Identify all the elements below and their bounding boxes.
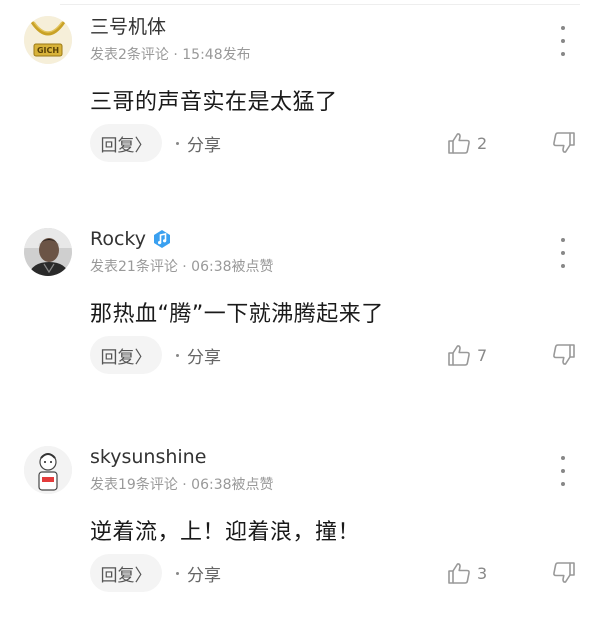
svg-text:GICH: GICH [37, 46, 59, 55]
avatar[interactable]: GICH [24, 16, 72, 64]
comment-item: GICH 三号机体 发表2条评论 · 15:48发布 三哥的声音实在是太猛了 回… [0, 0, 600, 200]
username[interactable]: 三号机体 [90, 14, 166, 40]
dislike-button[interactable] [552, 558, 576, 588]
share-button[interactable]: 分享 [176, 336, 221, 374]
dislike-button[interactable] [552, 128, 576, 158]
like-button[interactable]: 2 [447, 128, 487, 158]
username[interactable]: skysunshine [90, 444, 206, 470]
share-label: 分享 [187, 565, 221, 586]
username-row: Rocky [90, 226, 172, 252]
avatar[interactable] [24, 228, 72, 276]
like-button[interactable]: 3 [447, 558, 487, 588]
username-row: 三号机体 [90, 14, 166, 40]
share-button[interactable]: 分享 [176, 124, 221, 162]
share-label: 分享 [187, 347, 221, 368]
username[interactable]: Rocky [90, 226, 146, 252]
separator-dot [176, 353, 179, 357]
gold-chain-avatar-icon: GICH [24, 16, 72, 64]
cartoon-figure-avatar-icon [24, 446, 72, 494]
music-vip-badge-icon [154, 230, 170, 248]
comment-item: Rocky 发表21条评论 · 06:38被点赞 那热血“腾”一下就沸腾起来了 … [0, 212, 600, 412]
comment-meta: 发表19条评论 · 06:38被点赞 [90, 477, 274, 493]
like-count: 2 [477, 133, 488, 153]
separator-dot [176, 141, 179, 145]
comment-text: 那热血“腾”一下就沸腾起来了 [90, 302, 384, 327]
comment-meta: 发表2条评论 · 15:48发布 [90, 47, 251, 63]
more-options-icon[interactable] [553, 26, 573, 56]
thumbs-up-icon [448, 345, 470, 366]
more-options-icon[interactable] [553, 238, 573, 268]
dislike-button[interactable] [552, 340, 576, 370]
person-photo-avatar-icon [24, 228, 72, 276]
like-count: 7 [477, 345, 488, 365]
username-row: skysunshine [90, 444, 206, 470]
thumbs-up-icon [448, 133, 470, 154]
thumbs-down-icon [553, 562, 575, 583]
thumbs-up-icon [448, 563, 470, 584]
comment-text: 逆着流，上！迎着浪，撞！ [90, 520, 361, 545]
avatar[interactable] [24, 446, 72, 494]
share-button[interactable]: 分享 [176, 554, 221, 592]
comment-meta: 发表21条评论 · 06:38被点赞 [90, 259, 274, 275]
comment-item: skysunshine 发表19条评论 · 06:38被点赞 逆着流，上！迎着浪… [0, 430, 600, 630]
reply-button[interactable]: 回复〉 [90, 554, 162, 592]
reply-button[interactable]: 回复〉 [90, 124, 162, 162]
reply-button[interactable]: 回复〉 [90, 336, 162, 374]
share-label: 分享 [187, 135, 221, 156]
thumbs-down-icon [553, 132, 575, 153]
like-count: 3 [477, 563, 488, 583]
thumbs-down-icon [553, 344, 575, 365]
comment-text: 三哥的声音实在是太猛了 [90, 90, 338, 115]
separator-dot [176, 571, 179, 575]
like-button[interactable]: 7 [447, 340, 487, 370]
more-options-icon[interactable] [553, 456, 573, 486]
